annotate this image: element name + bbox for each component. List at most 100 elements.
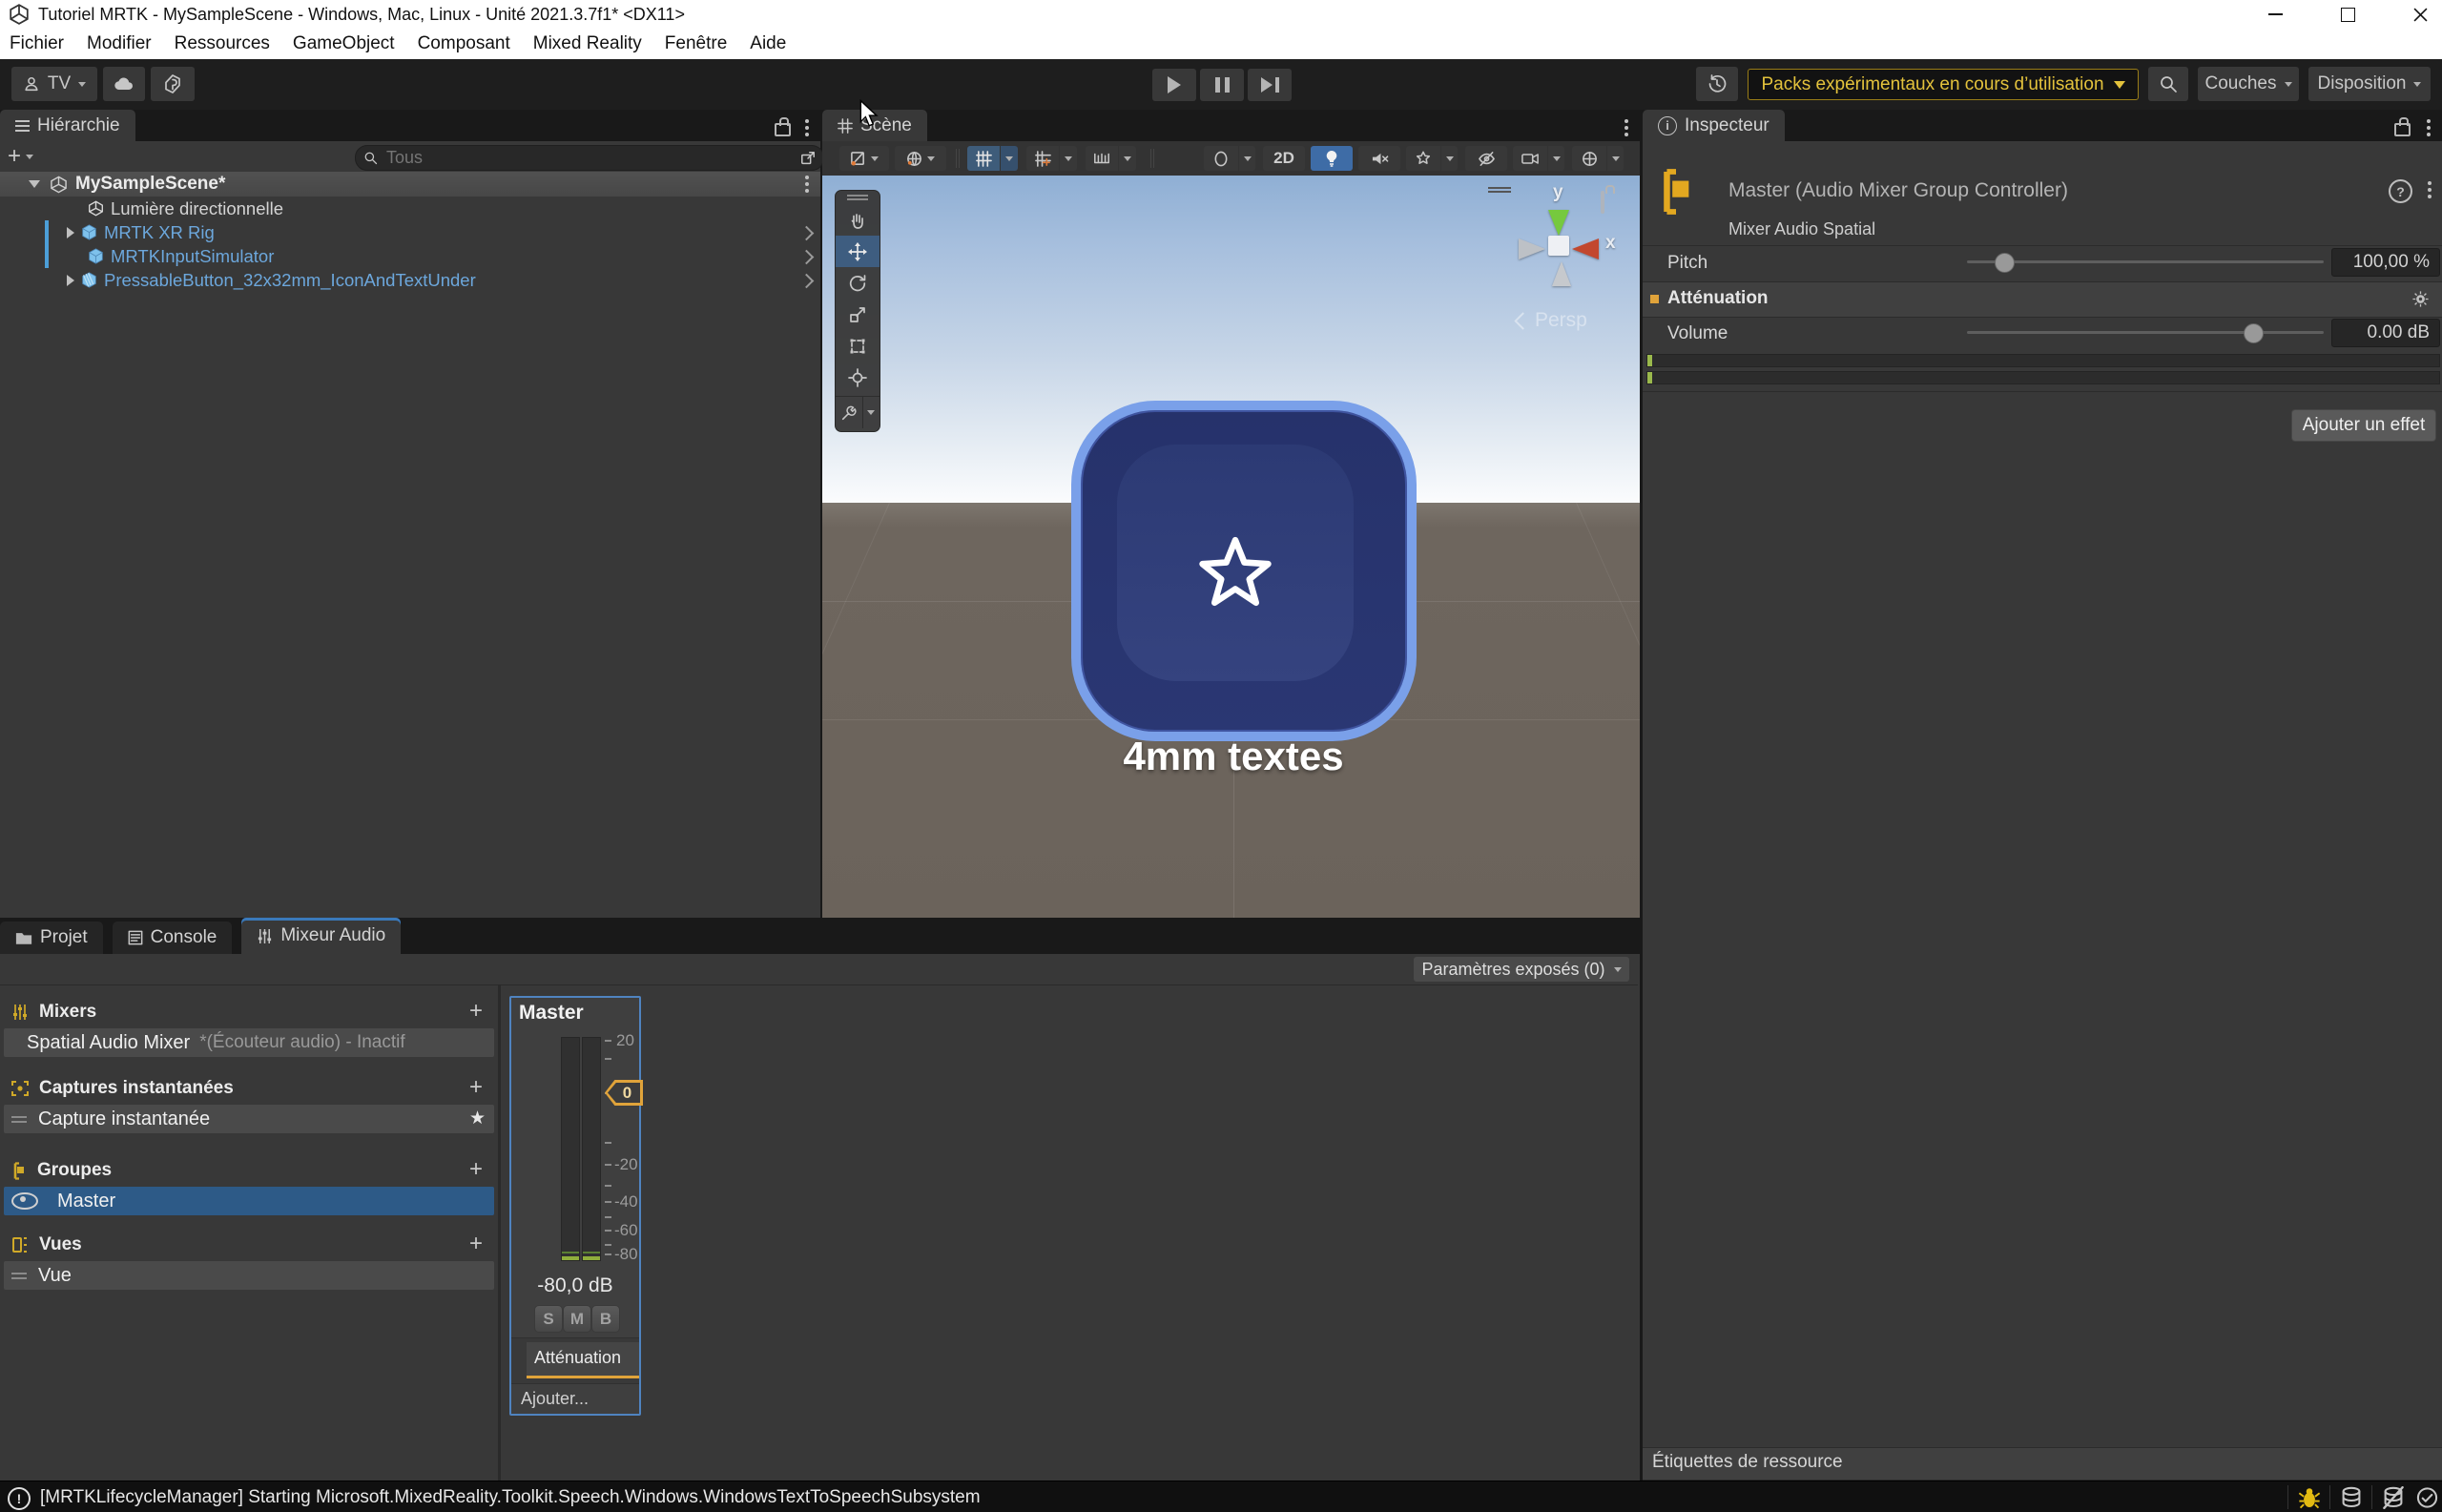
grid-snap-dropdown[interactable] [1001,146,1018,171]
scene-menu-button[interactable] [1617,115,1636,140]
add-snapshot-button[interactable]: + [469,1076,483,1099]
snap-increment-toggle[interactable] [1026,146,1059,171]
custom-tools-button[interactable] [836,396,880,428]
view-row[interactable]: Vue [4,1261,494,1290]
gear-icon[interactable] [2411,290,2430,308]
gizmo-neg-y-axis-cone[interactable] [1552,261,1571,286]
close-button[interactable] [2398,0,2442,29]
inspector-lock-button[interactable] [2389,113,2415,139]
picker-icon[interactable] [800,151,816,166]
menu-ressources[interactable]: Ressources [163,33,281,54]
volume-value-field[interactable]: 0.00 dB [2331,319,2440,347]
master-channel-strip[interactable]: Master 20 -20 - [509,996,641,1416]
menu-aide[interactable]: Aide [738,33,797,54]
menu-fenetre[interactable]: Fenêtre [653,33,738,54]
projection-toggle[interactable]: Persp [1517,309,1587,332]
add-effect-button[interactable]: Ajouter un effet [2291,409,2436,442]
exposed-params-dropdown[interactable]: Paramètres exposés (0) [1414,957,1629,982]
effects-dropdown[interactable] [1441,146,1458,171]
rotate-tool-button[interactable] [836,267,880,299]
2d-toggle[interactable]: 2D [1263,146,1305,171]
asset-labels-header[interactable]: Étiquettes de ressource [1643,1447,2442,1481]
layout-dropdown[interactable]: Disposition [2308,67,2431,101]
gizmo-center-cube[interactable] [1548,236,1569,256]
prefab-open-arrow[interactable] [799,250,815,265]
maximize-button[interactable] [2326,0,2370,29]
debugger-bug-icon[interactable] [2297,1486,2322,1509]
render-doodad-toggle[interactable] [1204,146,1238,171]
menu-mixed-reality[interactable]: Mixed Reality [522,33,653,54]
gizmo-lock-icon[interactable] [1601,193,1604,213]
tab-project[interactable]: Projet [0,922,103,954]
component-menu-button[interactable] [2421,177,2438,202]
overlay-drag-handle[interactable] [836,191,880,204]
gizmos-toggle[interactable] [1572,146,1606,171]
hierarchy-row-mrtk-xr-rig[interactable]: MRTK XR Rig [0,220,820,244]
attenuation-effect-slot[interactable]: Atténuation [527,1342,639,1378]
attenuation-section-header[interactable]: Atténuation [1643,281,2442,318]
foldout-open-icon[interactable] [29,180,40,188]
audio-mute-toggle[interactable] [1358,146,1400,171]
custom-tools-dropdown[interactable] [862,397,879,428]
volume-slider-handle[interactable] [2244,323,2264,343]
status-message[interactable]: [MRTKLifecycleManager] Starting Microsof… [40,1487,981,1508]
gizmo-y-axis-cone[interactable] [1548,210,1569,236]
gizmo-x-axis-cone[interactable] [1572,238,1599,259]
cache-server-disconnected-icon[interactable] [2381,1486,2406,1509]
orientation-gizmo-drag-handle[interactable] [1488,187,1511,195]
hierarchy-add-button[interactable]: + [8,144,33,169]
tool-handle-rotation-dropdown[interactable] [895,146,946,171]
menu-composant[interactable]: Composant [406,33,522,54]
hand-tool-button[interactable] [836,204,880,236]
measure-dropdown[interactable] [1119,146,1136,171]
tab-console[interactable]: Console [113,922,233,954]
import-activity-check-icon[interactable] [2415,1486,2439,1509]
visibility-eye-icon[interactable] [11,1192,38,1210]
scene-menu-button[interactable] [797,173,817,196]
prefab-open-arrow[interactable] [799,274,815,289]
add-group-button[interactable]: + [469,1158,483,1181]
snapshot-star-icon[interactable]: ★ [469,1108,486,1129]
tab-hierarchy[interactable]: Hiérarchie [0,110,135,141]
menu-modifier[interactable]: Modifier [75,33,163,54]
add-view-button[interactable]: + [469,1232,483,1255]
help-icon[interactable]: ? [2389,179,2412,203]
minimize-button[interactable] [2253,0,2297,29]
inspector-menu-button[interactable] [2419,115,2438,140]
solo-button[interactable]: S [534,1305,563,1333]
add-mixer-button[interactable]: + [469,1000,483,1023]
mute-button[interactable]: M [563,1305,591,1333]
measure-toggle[interactable] [1086,146,1118,171]
step-button[interactable] [1248,69,1292,101]
menu-fichier[interactable]: Fichier [0,33,75,54]
scale-tool-button[interactable] [836,299,880,330]
rect-tool-button[interactable] [836,330,880,362]
search-button[interactable] [2148,67,2188,101]
hierarchy-lock-button[interactable] [769,113,796,139]
account-dropdown[interactable]: TV [11,67,97,101]
scene-root-row[interactable]: MySampleScene* [0,172,820,197]
hierarchy-row-mrtk-input-simulator[interactable]: MRTKInputSimulator [0,244,820,268]
snap-increment-dropdown[interactable] [1060,146,1077,171]
hierarchy-row-directional-light[interactable]: Lumière directionnelle [0,197,820,220]
menu-gameobject[interactable]: GameObject [281,33,406,54]
undo-history-button[interactable] [1696,67,1738,101]
volume-fader-tag[interactable]: 0 [605,1080,643,1106]
transform-tool-button[interactable] [836,362,880,393]
pitch-value-field[interactable]: 100,00 % [2331,248,2440,277]
tab-inspector[interactable]: i Inspecteur [1643,110,1785,141]
lighting-toggle[interactable] [1311,146,1353,171]
pitch-slider-track[interactable] [1967,260,2324,263]
hierarchy-search-input[interactable] [384,147,794,169]
volume-slider-track[interactable] [1967,331,2324,334]
hierarchy-search-box[interactable] [355,145,824,171]
scene-viewport[interactable]: 4mm textes [822,176,1640,918]
grid-snap-toggle[interactable] [967,146,1000,171]
gizmo-neg-x-axis-cone[interactable] [1519,238,1545,259]
render-doodad-dropdown[interactable] [1239,146,1255,171]
version-control-button[interactable] [151,67,195,101]
mixer-row-spatial[interactable]: Spatial Audio Mixer *(Écouteur audio) - … [4,1028,494,1057]
hierarchy-row-pressable-button[interactable]: PressableButton_32x32mm_IconAndTextUnder [0,268,820,292]
hierarchy-menu-button[interactable] [797,115,817,140]
tab-audio-mixer[interactable]: Mixeur Audio [241,918,401,954]
